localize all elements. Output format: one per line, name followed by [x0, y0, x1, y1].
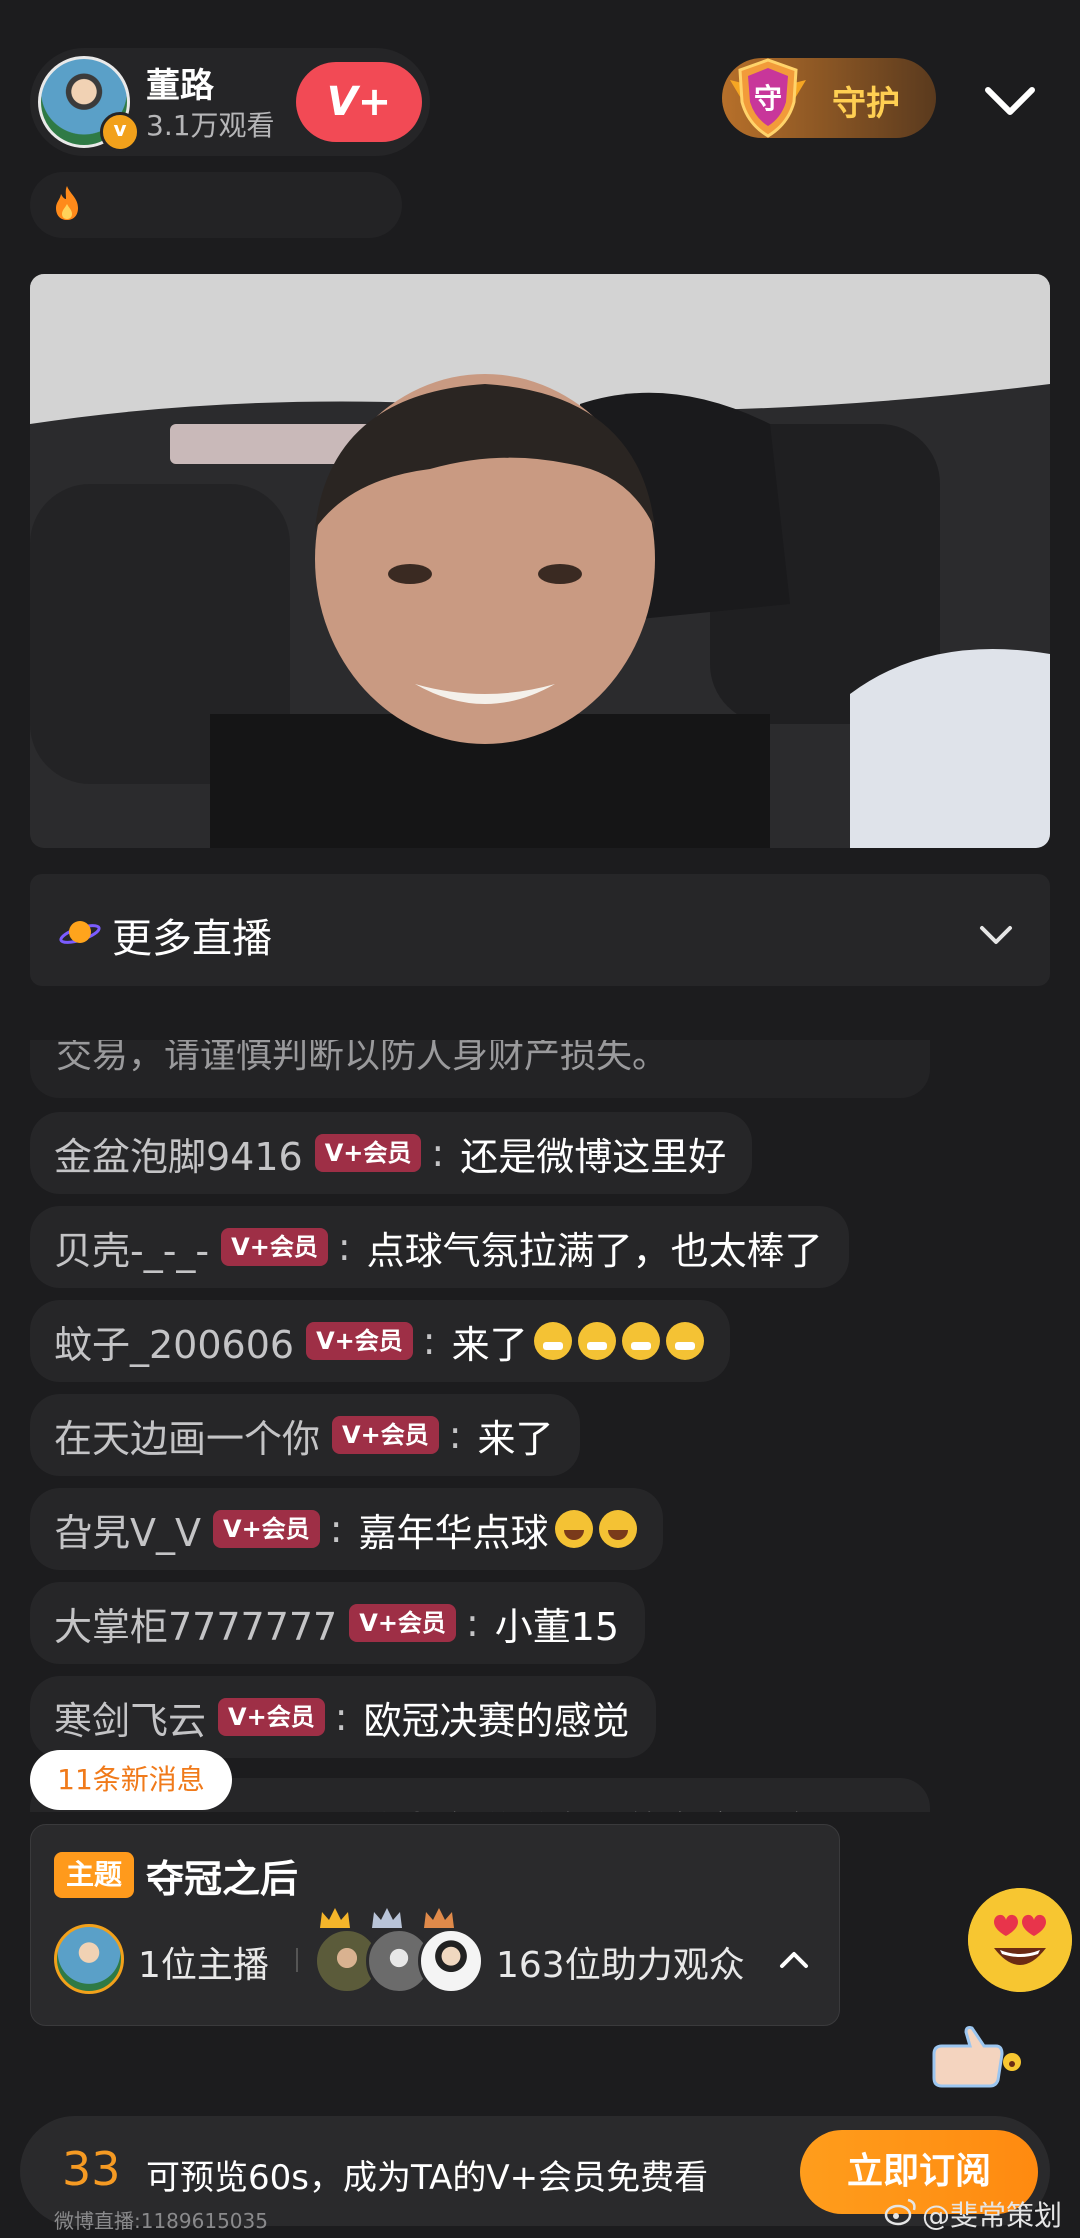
laugh-emoji-icon: [554, 1510, 593, 1548]
new-messages-button[interactable]: 11条新消息: [30, 1750, 232, 1810]
crown-icon: [372, 1908, 402, 1928]
chat-message-text: 欧冠决赛的感觉: [363, 1698, 630, 1743]
chevron-up-icon[interactable]: [778, 1946, 810, 1972]
divider: [296, 1948, 298, 1972]
preview-notice: 可预览60s，成为TA的V+会员免费看: [146, 2158, 709, 2198]
verified-icon: v: [100, 112, 140, 152]
host-avatar[interactable]: [54, 1924, 124, 1994]
chat-message-text: 交易，请谨慎判断以防人身财产损失。: [56, 1040, 669, 1076]
guard-badge-char: 守: [754, 82, 782, 115]
chevron-down-icon[interactable]: [980, 70, 1040, 130]
vplus-member-badge: V+会员: [221, 1228, 328, 1266]
chat-message-text: 还是微博这里好: [460, 1134, 727, 1179]
laugh-emoji-icon: [598, 1510, 637, 1548]
heart-eyes-emoji-icon[interactable]: [968, 1888, 1072, 1992]
chat-username[interactable]: 大掌柜7777777: [54, 1596, 337, 1651]
vplus-member-badge: V+会员: [314, 1134, 422, 1172]
fire-icon: [56, 186, 78, 220]
crown-icon: [320, 1908, 350, 1928]
chat-message-text: 小董15: [494, 1604, 620, 1649]
chat-username[interactable]: 寒剑飞云: [54, 1690, 206, 1745]
chat-message[interactable]: 金盆泡脚9416 V+会员 : 还是微博这里好: [30, 1112, 753, 1194]
chat-username[interactable]: 在天边画一个你: [54, 1408, 320, 1463]
more-live-label[interactable]: 更多直播: [112, 906, 272, 964]
chat-message-truncated: 交易，请谨慎判断以防人身财产损失。: [30, 1040, 930, 1098]
chat-username[interactable]: 金盆泡脚9416: [54, 1126, 303, 1181]
chat-message[interactable]: 蚊子_200606 V+会员 : 来了: [30, 1300, 730, 1382]
vplus-member-badge: V+会员: [349, 1604, 456, 1642]
chat-message[interactable]: 大掌柜7777777 V+会员 : 小董15: [30, 1582, 646, 1664]
like-thumb-icon[interactable]: [926, 2024, 1022, 2092]
chat-message-text: 来了: [451, 1322, 528, 1367]
chat-message-text: 点球气氛拉满了，也太棒了: [366, 1228, 823, 1273]
weibo-logo-icon: [884, 2198, 916, 2226]
watermark: @斐常策划: [922, 2199, 1063, 2232]
viewer-count: 3.1万观看: [146, 109, 275, 142]
crown-icon: [424, 1908, 454, 1928]
host-name[interactable]: 董路: [146, 58, 214, 107]
guard-label[interactable]: 守护: [832, 76, 900, 125]
chat-message-text: 嘉年华点球: [358, 1510, 549, 1555]
chat-username[interactable]: 贝壳-_-_-: [54, 1220, 209, 1275]
supporter-avatar[interactable]: [418, 1928, 484, 1994]
grin-emoji-icon: [665, 1322, 704, 1360]
chat-username[interactable]: 蚊子_200606: [54, 1314, 294, 1369]
chat-message-text: 来了: [477, 1416, 554, 1461]
topic-tag: 主题: [54, 1852, 134, 1898]
supporter-count[interactable]: 163位助力观众: [496, 1936, 745, 1988]
grin-emoji-icon: [533, 1322, 572, 1360]
chat-message[interactable]: 旮旯V_V V+会员 : 嘉年华点球: [30, 1488, 663, 1570]
guard-shield-icon: 守: [730, 58, 806, 138]
vplus-button[interactable]: V+: [296, 62, 422, 142]
chat-message[interactable]: 寒剑飞云 V+会员 : 欧冠决赛的感觉: [30, 1676, 656, 1758]
chat-message[interactable]: 贝壳-_-_- V+会员 : 点球气氛拉满了，也太棒了: [30, 1206, 849, 1288]
planet-icon: [59, 921, 101, 944]
host-count[interactable]: 1位主播: [138, 1936, 269, 1988]
topic-title[interactable]: 夺冠之后: [146, 1848, 298, 1903]
video-frame: [30, 274, 1050, 848]
hot-rank-pill[interactable]: [30, 172, 402, 238]
vplus-member-badge: V+会员: [332, 1416, 439, 1454]
vplus-member-badge: V+会员: [218, 1698, 325, 1736]
vplus-member-badge: V+会员: [306, 1322, 413, 1360]
room-id: 微博直播:1189615035: [54, 2209, 268, 2233]
grin-emoji-icon: [577, 1322, 616, 1360]
chat-username[interactable]: 旮旯V_V: [54, 1502, 201, 1557]
chat-message-text: 给大家说说自己的名字和家乡: [360, 1800, 854, 1812]
chevron-down-icon[interactable]: [976, 918, 1016, 952]
vplus-member-badge: V+会员: [213, 1510, 320, 1548]
live-video-player[interactable]: [30, 274, 1050, 848]
grin-emoji-icon: [621, 1322, 660, 1360]
preview-countdown: 33: [62, 2142, 121, 2196]
chat-message[interactable]: 在天边画一个你 V+会员 : 来了: [30, 1394, 580, 1476]
